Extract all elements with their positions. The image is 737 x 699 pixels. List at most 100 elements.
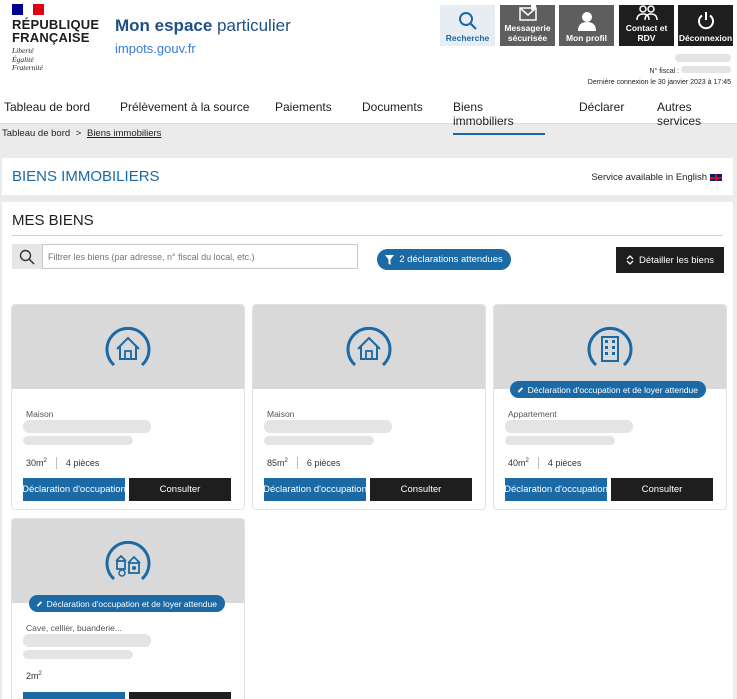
property-card: Déclaration d'occupation et de loyer att… — [494, 305, 726, 509]
property-rooms: 6 pièces — [306, 458, 341, 468]
profile-button[interactable]: Mon profil — [559, 5, 614, 46]
masked-address — [505, 420, 633, 433]
search-button[interactable]: Recherche — [440, 5, 495, 46]
property-area: 85m2 — [267, 458, 288, 468]
property-card: Maison 85m2 6 pièces Déclaration d'occup… — [253, 305, 485, 509]
contact-label-2: RDV — [637, 33, 656, 43]
filter-search-icon — [12, 244, 42, 269]
nav-biens-immobiliers[interactable]: Biens immobiliers — [453, 100, 545, 135]
card-header — [12, 519, 244, 603]
consult-button[interactable]: Consulter — [611, 478, 713, 501]
property-card: Déclaration d'occupation et de loyer att… — [12, 519, 244, 699]
site-name: impots.gouv.fr — [115, 41, 196, 56]
nav-autres-services[interactable]: Autres services — [657, 100, 737, 128]
declare-occupation-button[interactable]: Déclaration d'occupation — [22, 478, 126, 501]
french-flag-icon — [12, 4, 45, 15]
app-title: Mon espace particulier — [115, 16, 291, 36]
masked-name — [675, 54, 731, 62]
property-area: 30m2 — [26, 458, 47, 468]
property-type: Maison — [26, 409, 54, 419]
motto-fraternite: Fraternité — [12, 63, 43, 72]
fiscal-info: N° fiscal : Dernière connexion le 30 jan… — [588, 54, 731, 88]
property-area: 40m2 — [508, 458, 529, 468]
pending-declaration-badge: Déclaration d'occupation et de loyer att… — [29, 595, 225, 612]
card-header — [253, 305, 485, 389]
filter-box — [12, 244, 358, 269]
search-button-label: Recherche — [445, 33, 490, 43]
section-divider — [12, 235, 723, 236]
filter-icon — [385, 254, 395, 265]
republic-name-line2: FRANÇAISE — [12, 30, 90, 45]
property-type: Appartement — [508, 409, 557, 419]
uk-flag-icon — [710, 174, 722, 181]
pending-declaration-badge: Déclaration d'occupation et de loyer att… — [510, 381, 706, 398]
contact-label-1: Contact et — [625, 23, 668, 33]
property-area: 2m2 — [26, 671, 42, 681]
annex-icon — [105, 540, 151, 581]
breadcrumb-home[interactable]: Tableau de bord — [2, 128, 70, 139]
pencil-icon — [37, 601, 43, 607]
republic-motto: Liberté Égalité Fraternité — [12, 46, 99, 73]
nav-prelevement[interactable]: Prélèvement à la source — [120, 100, 249, 114]
property-type: Cave, cellier, buanderie... — [26, 623, 122, 633]
breadcrumb-current[interactable]: Biens immobiliers — [87, 128, 161, 139]
app-title-bold: Mon espace — [115, 16, 213, 35]
property-card: Maison 30m2 4 pièces Déclaration d'occup… — [12, 305, 244, 509]
card-header — [494, 305, 726, 389]
pending-declarations-button[interactable]: 2 déclarations attendues — [377, 249, 511, 270]
declare-occupation-button[interactable] — [23, 692, 125, 699]
breadcrumb-separator: > — [75, 128, 82, 139]
republique-francaise-logo[interactable]: RÉPUBLIQUE FRANÇAISE Liberté Égalité Fra… — [12, 4, 99, 73]
nav-documents[interactable]: Documents — [362, 100, 423, 114]
nav-paiements[interactable]: Paiements — [275, 100, 332, 114]
messaging-label-2: sécurisée — [507, 33, 548, 43]
masked-detail — [23, 436, 133, 445]
property-meta: 85m2 6 pièces — [267, 457, 340, 469]
last-login: Dernière connexion le 30 janvier 2023 à … — [587, 79, 731, 86]
chevrons-icon — [626, 255, 634, 265]
house-icon — [346, 326, 392, 367]
pencil-icon — [518, 387, 524, 393]
property-meta: 2m2 — [26, 671, 42, 681]
house-icon — [105, 326, 151, 367]
breadcrumb: Tableau de bord > Biens immobiliers — [2, 128, 161, 139]
nav-tableau-de-bord[interactable]: Tableau de bord — [4, 100, 90, 114]
logout-button[interactable]: Déconnexion — [678, 5, 733, 46]
declare-occupation-button[interactable]: Déclaration d'occupation — [504, 478, 608, 501]
logout-label: Déconnexion — [678, 33, 733, 43]
page-title: BIENS IMMOBILIERS — [12, 168, 160, 185]
contact-button[interactable]: Contact et RDV — [619, 5, 674, 46]
badge-label: Déclaration d'occupation et de loyer att… — [46, 598, 217, 609]
messaging-button[interactable]: Messagerie sécurisée — [500, 5, 555, 46]
english-service-link[interactable]: Service available in English — [591, 172, 722, 183]
nav-declarer[interactable]: Déclarer — [579, 100, 624, 114]
consult-button[interactable]: Consulter — [129, 478, 231, 501]
detail-properties-button[interactable]: Détailler les biens — [616, 247, 724, 273]
header: RÉPUBLIQUE FRANÇAISE Liberté Égalité Fra… — [0, 0, 737, 92]
badge-label: Déclaration d'occupation et de loyer att… — [527, 384, 698, 395]
declare-occupation-button[interactable]: Déclaration d'occupation — [263, 478, 367, 501]
brand[interactable]: Mon espace particulier impots.gouv.fr — [115, 16, 291, 56]
filter-input[interactable] — [42, 244, 358, 269]
masked-detail — [23, 650, 133, 659]
building-icon — [587, 326, 633, 367]
property-rooms: 4 pièces — [65, 458, 100, 468]
masked-detail — [264, 436, 374, 445]
detail-properties-label: Détailler les biens — [639, 254, 714, 266]
power-icon — [697, 12, 714, 30]
masked-address — [23, 420, 151, 433]
card-header — [12, 305, 244, 389]
property-meta: 40m2 4 pièces — [508, 457, 581, 469]
search-icon — [458, 12, 477, 30]
envelope-icon — [518, 5, 537, 21]
masked-detail — [505, 436, 615, 445]
profile-label: Mon profil — [565, 33, 608, 43]
property-meta: 30m2 4 pièces — [26, 457, 99, 469]
app-title-rest: particulier — [212, 16, 291, 35]
section-title: MES BIENS — [12, 212, 94, 229]
masked-address — [23, 634, 151, 647]
consult-button[interactable] — [129, 692, 231, 699]
masked-fiscal-number — [681, 66, 731, 73]
consult-button[interactable]: Consulter — [370, 478, 472, 501]
english-service-label: Service available in English — [591, 172, 707, 183]
